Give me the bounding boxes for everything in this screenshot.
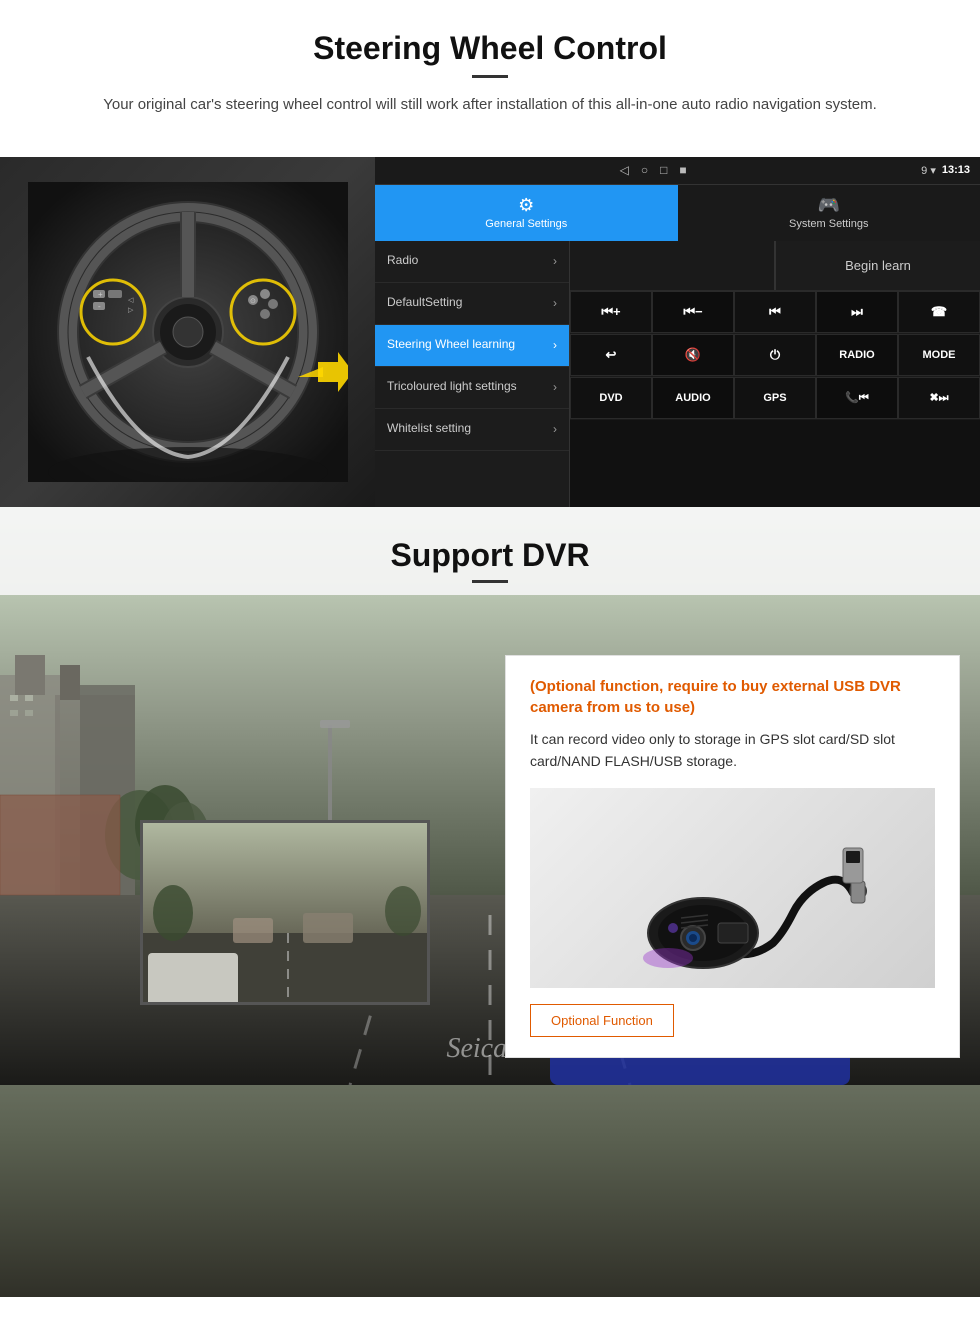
btn-radio[interactable]: RADIO <box>816 334 898 376</box>
btn-next-track[interactable]: ⏭ <box>816 291 898 333</box>
signal-icon: 9 ▾ <box>921 164 936 177</box>
btn-volume-up[interactable]: ⏮+ <box>570 291 652 333</box>
chevron-icon: › <box>553 422 557 436</box>
dvr-header: Support DVR <box>0 507 980 595</box>
optional-function-label: Optional Function <box>530 1004 674 1037</box>
tab-system-label: System Settings <box>789 218 868 230</box>
chevron-icon: › <box>553 380 557 394</box>
ctrl-row-2: ↩ 🔇 ⏻ RADIO MODE <box>570 334 980 377</box>
btn-prev-track[interactable]: ⏮ <box>734 291 816 333</box>
recent-icon[interactable]: □ <box>660 163 667 177</box>
dvr-divider <box>472 580 508 583</box>
svg-text:⊙: ⊙ <box>250 298 256 305</box>
btn-mute[interactable]: 🔇 <box>652 334 734 376</box>
dvr-section: Support DVR <box>0 507 980 1297</box>
menu-item-tricoloured[interactable]: Tricoloured light settings › <box>375 367 569 409</box>
optional-function-button[interactable]: Optional Function <box>530 1004 935 1037</box>
btn-audio[interactable]: AUDIO <box>652 377 734 419</box>
ctrl-row-1: ⏮+ ⏮− ⏮ ⏭ ☎ <box>570 291 980 334</box>
ctrl-row-3: DVD AUDIO GPS 📞⏮ ✖⏭ <box>570 377 980 420</box>
status-time: 13:13 <box>942 164 970 176</box>
dvr-title: Support DVR <box>0 537 980 574</box>
title-divider <box>472 75 508 78</box>
btn-phone[interactable]: ☎ <box>898 291 980 333</box>
begin-learn-button[interactable]: Begin learn <box>776 241 980 290</box>
panel-main: Radio › DefaultSetting › Steering Wheel … <box>375 241 980 507</box>
dvr-thumbnail <box>140 820 430 1005</box>
menu-item-default-setting[interactable]: DefaultSetting › <box>375 283 569 325</box>
btn-dvd[interactable]: DVD <box>570 377 652 419</box>
btn-gps[interactable]: GPS <box>734 377 816 419</box>
menu-item-steering-wheel[interactable]: Steering Wheel learning › <box>375 325 569 367</box>
dvr-street-image: (Optional function, require to buy exter… <box>0 595 980 1085</box>
section1-subtitle: Your original car's steering wheel contr… <box>80 94 900 117</box>
steering-wheel-image: + - ◁ ▷ ⊙ <box>0 157 375 507</box>
menu-default-label: DefaultSetting <box>387 295 462 311</box>
menu-radio-label: Radio <box>387 253 418 269</box>
section1-title: Steering Wheel Control <box>40 30 940 67</box>
btn-mode[interactable]: MODE <box>898 334 980 376</box>
btn-mute-next[interactable]: ✖⏭ <box>898 377 980 419</box>
home-icon[interactable]: ○ <box>641 163 648 177</box>
android-panel: ◁ ○ □ ■ 9 ▾ 13:13 ⚙ General Settings 🎮 S… <box>375 157 980 507</box>
tab-system-settings[interactable]: 🎮 System Settings <box>678 185 980 241</box>
chevron-icon: › <box>553 296 557 310</box>
btn-volume-down[interactable]: ⏮− <box>652 291 734 333</box>
btn-power[interactable]: ⏻ <box>734 334 816 376</box>
tab-general-label: General Settings <box>485 218 567 230</box>
menu-steering-label: Steering Wheel learning <box>387 337 515 353</box>
svg-text:-: - <box>98 302 101 311</box>
menu-item-whitelist[interactable]: Whitelist setting › <box>375 409 569 451</box>
svg-text:◁: ◁ <box>128 297 134 304</box>
dvr-description: It can record video only to storage in G… <box>530 728 935 773</box>
btn-tel-prev[interactable]: 📞⏮ <box>816 377 898 419</box>
dvr-info-card: (Optional function, require to buy exter… <box>505 655 960 1059</box>
steering-composite: + - ◁ ▷ ⊙ ◁ ○ □ <box>0 157 980 507</box>
svg-text:▷: ▷ <box>128 307 134 314</box>
gear-icon: ⚙ <box>518 195 534 216</box>
chevron-icon: › <box>553 254 557 268</box>
settings-menu: Radio › DefaultSetting › Steering Wheel … <box>375 241 570 507</box>
chevron-icon: › <box>553 338 557 352</box>
btn-hangup[interactable]: ↩ <box>570 334 652 376</box>
back-icon[interactable]: ◁ <box>620 163 629 177</box>
menu-tricoloured-label: Tricoloured light settings <box>387 379 517 395</box>
svg-text:+: + <box>98 290 103 299</box>
optional-text: (Optional function, require to buy exter… <box>530 676 935 718</box>
status-bar: ◁ ○ □ ■ 9 ▾ 13:13 <box>375 157 980 185</box>
begin-learn-left-empty <box>570 241 776 290</box>
settings-tabs: ⚙ General Settings 🎮 System Settings <box>375 185 980 241</box>
begin-learn-row: Begin learn <box>570 241 980 291</box>
tab-general-settings[interactable]: ⚙ General Settings <box>375 185 678 241</box>
steering-section: Steering Wheel Control Your original car… <box>0 0 980 157</box>
controls-area: Begin learn ⏮+ ⏮− ⏮ ⏭ ☎ ↩ 🔇 ⏻ RADIO MODE <box>570 241 980 507</box>
nav-buttons: ◁ ○ □ ■ <box>385 163 921 177</box>
menu-whitelist-label: Whitelist setting <box>387 421 471 437</box>
system-icon: 🎮 <box>818 195 840 216</box>
menu-item-radio[interactable]: Radio › <box>375 241 569 283</box>
dvr-camera-image <box>530 788 935 988</box>
menu-icon[interactable]: ■ <box>679 163 686 177</box>
